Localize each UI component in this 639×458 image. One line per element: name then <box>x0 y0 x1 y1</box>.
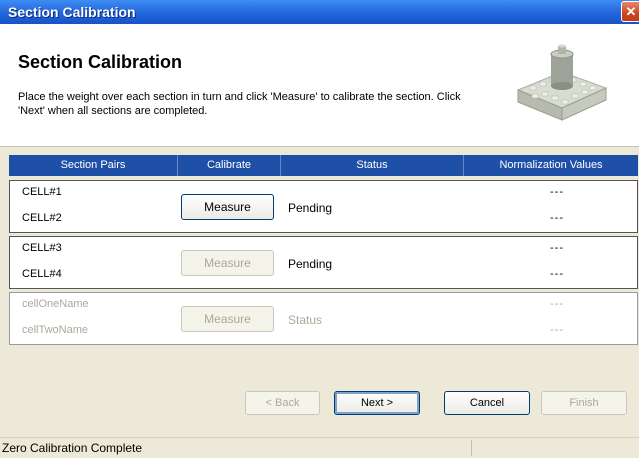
next-button[interactable]: Next > <box>334 391 420 415</box>
cell-name: cellTwoName <box>22 324 89 336</box>
measure-button[interactable]: Measure <box>181 306 274 332</box>
status-text: Status <box>288 313 323 327</box>
column-header-status: Status <box>281 155 464 176</box>
status-message: Zero Calibration Complete <box>2 441 143 455</box>
cell-name: CELL#1 <box>22 186 62 198</box>
column-header-normalization: Normalization Values <box>499 159 603 171</box>
table-row: CELL#3 CELL#4 Measure Pending --- --- <box>9 236 638 289</box>
status-bar: Zero Calibration Complete <box>0 437 639 458</box>
column-header-calibrate: Calibrate <box>178 155 281 176</box>
close-button[interactable]: ✕ <box>621 1 639 22</box>
column-header-section-pairs: Section Pairs <box>9 155 178 176</box>
finish-button[interactable]: Finish <box>541 391 627 415</box>
title-bar: Section Calibration ✕ <box>0 0 639 24</box>
back-button[interactable]: < Back <box>245 391 320 415</box>
measure-button[interactable]: Measure <box>181 194 274 220</box>
header-divider <box>0 146 639 147</box>
status-text: Pending <box>288 257 333 271</box>
cell-name: CELL#2 <box>22 212 62 224</box>
cancel-button[interactable]: Cancel <box>444 391 530 415</box>
cell-name: CELL#4 <box>22 268 62 280</box>
status-separator <box>471 440 472 456</box>
cell-name: cellOneName <box>22 298 89 310</box>
page-heading: Section Calibration <box>18 52 183 72</box>
status-text: Pending <box>288 201 333 215</box>
grid-header: Section Pairs Calibrate Status Normaliza… <box>9 155 638 176</box>
normalization-value: --- <box>550 298 564 310</box>
measure-button[interactable]: Measure <box>181 250 274 276</box>
normalization-value: --- <box>550 212 564 224</box>
normalization-value: --- <box>550 324 564 336</box>
table-row: CELL#1 CELL#2 Measure Pending --- --- <box>9 180 638 233</box>
normalization-value: --- <box>550 268 564 280</box>
wizard-header: Section Calibration Place the weight ove… <box>0 24 639 146</box>
normalization-value: --- <box>550 242 564 254</box>
cell-name: CELL#3 <box>22 242 62 254</box>
window-title: Section Calibration <box>8 4 136 20</box>
table-row: cellOneName cellTwoName Measure Status -… <box>9 292 638 345</box>
instructions-text: Place the weight over each section in tu… <box>18 91 461 117</box>
calibration-weight-icon <box>516 44 608 121</box>
normalization-value: --- <box>550 186 564 198</box>
close-icon: ✕ <box>625 4 637 19</box>
